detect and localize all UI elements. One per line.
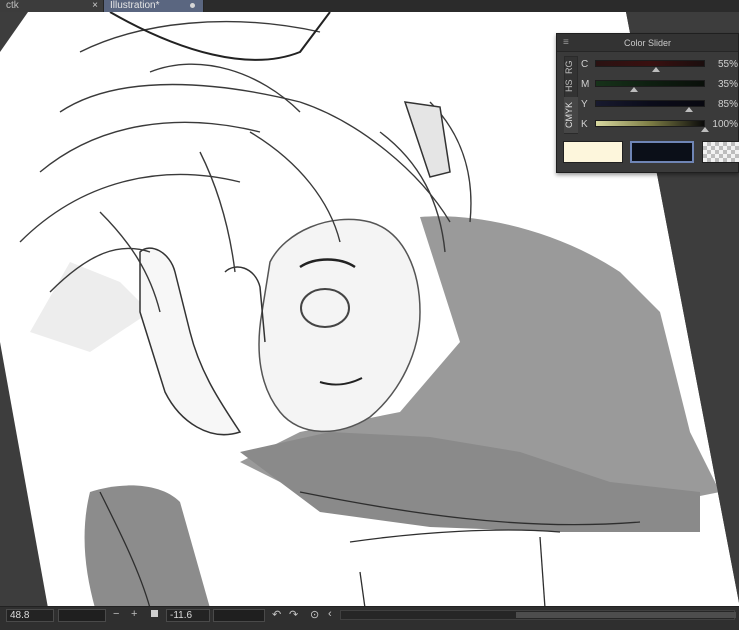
document-tab-bar: ctk × Illustration*	[0, 0, 739, 12]
slider-label: C	[581, 59, 589, 70]
app-window: ctk × Illustration* ≡ Color Slider RG HS…	[0, 0, 739, 630]
chevron-left-icon[interactable]: ‹	[328, 608, 332, 620]
rotate-left-icon[interactable]: ↶	[272, 608, 281, 621]
horizontal-scrollbar[interactable]	[340, 610, 736, 620]
color-slider-panel: ≡ Color Slider RG HS CMYK C 55% M 35% Y …	[556, 33, 739, 173]
zoom-input[interactable]: 48.8	[6, 609, 54, 622]
slider-area: RG HS CMYK C 55% M 35% Y 85% K 100%	[557, 53, 738, 137]
tab-label: ctk	[6, 0, 19, 11]
panel-title: Color Slider	[623, 38, 672, 48]
slider-value: 35%	[717, 79, 738, 90]
tab-illustration[interactable]: Illustration*	[104, 0, 204, 12]
transparent-color-swatch[interactable]	[702, 141, 739, 163]
slider-label: K	[581, 119, 588, 130]
close-icon[interactable]: ×	[92, 0, 98, 11]
reset-rotation-icon[interactable]: ⊙	[310, 608, 319, 621]
slider-track[interactable]	[595, 60, 705, 67]
zoom-slider[interactable]	[58, 609, 106, 622]
color-swatches	[563, 141, 739, 165]
slider-magenta[interactable]: M 35%	[581, 75, 739, 95]
slider-track[interactable]	[595, 120, 705, 127]
panel-header[interactable]: ≡ Color Slider	[557, 34, 738, 52]
canvas-status-bar: 48.8 − + -11.6 ↶ ↷ ⊙ ‹	[0, 606, 739, 630]
unsaved-dot-icon	[190, 3, 195, 8]
tab-label: Illustration*	[110, 0, 160, 11]
rotate-right-icon[interactable]: ↷	[289, 608, 298, 621]
mode-tab-cmyk[interactable]: CMYK	[564, 97, 578, 133]
mode-tab-hs[interactable]: HS	[564, 77, 578, 95]
main-color-swatch[interactable]	[563, 141, 623, 163]
slider-yellow[interactable]: Y 85%	[581, 95, 739, 115]
slider-black[interactable]: K 100%	[581, 115, 739, 135]
rotation-slider[interactable]	[213, 609, 265, 622]
slider-track[interactable]	[595, 100, 705, 107]
slider-value: 100%	[712, 119, 738, 130]
slider-thumb[interactable]	[684, 107, 693, 112]
scrollbar-thumb[interactable]	[516, 612, 736, 618]
mode-tab-rg[interactable]: RG	[564, 58, 578, 76]
sub-color-swatch[interactable]	[630, 141, 694, 163]
zoom-in-button[interactable]: +	[131, 608, 137, 620]
fit-view-icon[interactable]	[151, 610, 158, 617]
slider-value: 55%	[717, 59, 738, 70]
slider-thumb[interactable]	[701, 127, 709, 132]
tab-ctk[interactable]: ctk ×	[0, 0, 104, 12]
slider-thumb[interactable]	[629, 87, 638, 92]
slider-cyan[interactable]: C 55%	[581, 55, 739, 75]
slider-label: M	[581, 79, 590, 90]
slider-track[interactable]	[595, 80, 705, 87]
slider-thumb[interactable]	[651, 67, 660, 72]
color-mode-tabs: RG HS CMYK	[564, 56, 578, 134]
slider-value: 85%	[717, 99, 738, 110]
slider-label: Y	[581, 99, 588, 110]
zoom-out-button[interactable]: −	[113, 608, 119, 620]
rotation-angle-input[interactable]: -11.6	[166, 609, 210, 622]
